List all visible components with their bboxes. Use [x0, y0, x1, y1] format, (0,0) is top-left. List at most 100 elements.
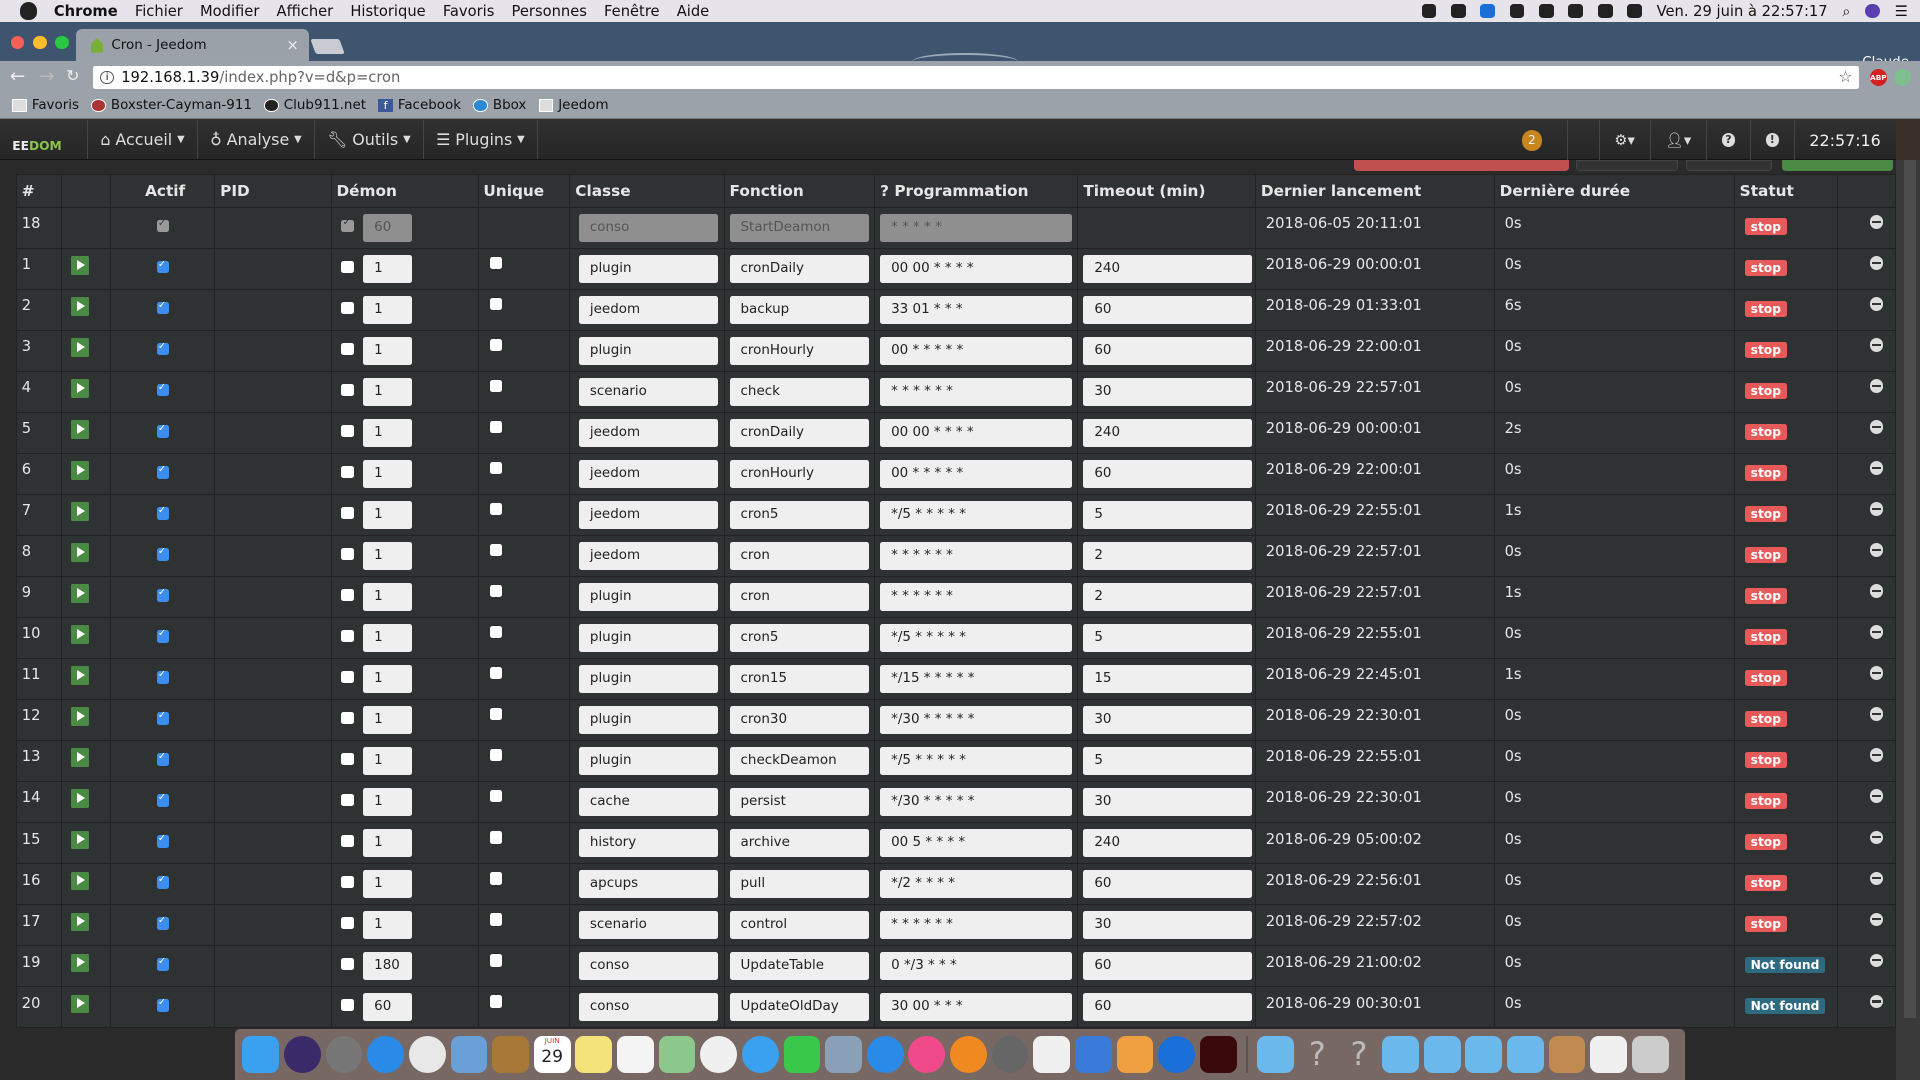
fonction-input[interactable]: StartDeamon: [729, 213, 870, 242]
programmation-input[interactable]: 00 00 * * * *: [880, 254, 1073, 284]
dock-facetime-icon[interactable]: [783, 1035, 821, 1073]
demon-sleep-input[interactable]: 1: [363, 870, 413, 899]
fonction-input[interactable]: cronHourly: [729, 459, 870, 489]
adblock-extension-icon[interactable]: ABP: [1869, 68, 1887, 86]
remove-cron-icon[interactable]: [1869, 420, 1884, 434]
volume-icon[interactable]: [1627, 3, 1642, 19]
actif-checkbox[interactable]: [156, 997, 169, 1012]
timeout-input[interactable]: 60: [1083, 993, 1253, 1022]
bookmark-jeedom[interactable]: Jeedom: [538, 98, 609, 113]
classe-input[interactable]: scenario: [578, 377, 719, 407]
classe-input[interactable]: plugin: [578, 665, 719, 694]
fonction-input[interactable]: cronDaily: [729, 418, 870, 448]
classe-input[interactable]: jeedom: [578, 500, 719, 530]
bookmark-facebook[interactable]: f Facebook: [378, 98, 461, 113]
programmation-input[interactable]: */2 * * * *: [880, 870, 1073, 899]
remove-cron-icon[interactable]: [1869, 830, 1884, 844]
dock-screenshot-icon[interactable]: [1590, 1035, 1628, 1073]
status-badge[interactable]: stop: [1744, 915, 1788, 933]
remove-cron-icon[interactable]: [1869, 912, 1884, 926]
status-badge[interactable]: Not found: [1744, 997, 1826, 1015]
classe-input[interactable]: history: [578, 829, 719, 858]
programmation-input[interactable]: 00 5 * * * *: [880, 829, 1073, 858]
classe-input[interactable]: scenario: [578, 911, 719, 940]
play-icon[interactable]: [70, 748, 90, 767]
timeout-input[interactable]: 30: [1083, 788, 1253, 817]
dock-unknown-icon[interactable]: ?: [1341, 1036, 1378, 1073]
play-icon[interactable]: [70, 379, 90, 398]
remove-cron-icon[interactable]: [1869, 707, 1884, 721]
play-icon[interactable]: [70, 256, 90, 275]
classe-input[interactable]: conso: [578, 993, 719, 1022]
remove-cron-icon[interactable]: [1869, 994, 1884, 1009]
remove-cron-icon[interactable]: [1869, 256, 1884, 270]
time-machine-icon[interactable]: [1509, 3, 1525, 19]
dock-numbers-icon[interactable]: [1033, 1035, 1071, 1073]
fonction-input[interactable]: backup: [729, 295, 870, 325]
menu-historique[interactable]: Historique: [350, 3, 425, 20]
classe-input[interactable]: plugin: [578, 254, 719, 284]
unique-checkbox[interactable]: [489, 954, 502, 967]
hidden-red-button[interactable]: [1354, 160, 1569, 172]
timeout-input[interactable]: 5: [1083, 747, 1253, 776]
alert-button[interactable]: !: [1749, 120, 1794, 161]
menu-modifier[interactable]: Modifier: [200, 3, 259, 20]
timeout-input[interactable]: 60: [1083, 870, 1253, 899]
dock-pages-icon[interactable]: [1116, 1035, 1154, 1073]
timeout-input[interactable]: 30: [1083, 911, 1253, 940]
help-icon[interactable]: ?: [880, 182, 889, 200]
demon-checkbox[interactable]: [341, 711, 354, 725]
timeout-input[interactable]: 240: [1083, 254, 1253, 284]
demon-sleep-input[interactable]: 1: [363, 336, 413, 366]
dock-ibooks-icon[interactable]: [950, 1035, 987, 1073]
actif-checkbox[interactable]: [156, 587, 169, 602]
classe-input[interactable]: conso: [578, 213, 719, 242]
actif-checkbox[interactable]: [156, 423, 169, 438]
menu-fenetre[interactable]: Fenêtre: [604, 3, 660, 20]
unique-checkbox[interactable]: [489, 626, 502, 639]
close-window-button[interactable]: [11, 35, 25, 49]
hidden-dark-button[interactable]: [1575, 160, 1678, 172]
actif-checkbox[interactable]: [156, 628, 169, 643]
dock-home-icon[interactable]: [1548, 1035, 1586, 1073]
dock-calendar-icon[interactable]: JUIN 29: [533, 1035, 571, 1073]
demon-sleep-input[interactable]: 60: [363, 993, 413, 1022]
dock-music-icon[interactable]: [1465, 1035, 1503, 1073]
dock-itunes-icon[interactable]: [908, 1035, 946, 1073]
play-icon[interactable]: [70, 789, 90, 808]
unique-checkbox[interactable]: [489, 708, 502, 721]
demon-checkbox[interactable]: [341, 588, 354, 602]
programmation-input[interactable]: 33 01 * * *: [880, 295, 1073, 325]
demon-sleep-input[interactable]: 60: [363, 213, 413, 242]
apple-icon[interactable]: [19, 2, 37, 20]
demon-checkbox[interactable]: [341, 834, 354, 848]
unique-checkbox[interactable]: [489, 298, 502, 311]
dock-system-preferences-icon[interactable]: [991, 1035, 1029, 1073]
status-badge[interactable]: stop: [1744, 218, 1788, 235]
status-badge[interactable]: stop: [1744, 423, 1788, 440]
play-icon[interactable]: [70, 707, 90, 726]
status-badge[interactable]: stop: [1744, 751, 1788, 769]
demon-checkbox[interactable]: [341, 342, 354, 355]
minimize-window-button[interactable]: [33, 35, 47, 49]
unique-checkbox[interactable]: [489, 831, 502, 844]
fonction-input[interactable]: cronDaily: [729, 254, 870, 284]
programmation-input[interactable]: 00 00 * * * *: [880, 418, 1073, 448]
dock-documents-icon[interactable]: [1382, 1035, 1419, 1073]
timeout-input[interactable]: 2: [1083, 582, 1253, 612]
actif-checkbox[interactable]: [156, 546, 169, 561]
demon-checkbox[interactable]: [341, 875, 354, 889]
unique-checkbox[interactable]: [489, 667, 502, 680]
timeout-input[interactable]: 60: [1083, 336, 1253, 366]
reload-icon[interactable]: ↻: [66, 66, 79, 85]
demon-sleep-input[interactable]: 1: [363, 418, 413, 448]
actif-checkbox[interactable]: [156, 218, 169, 233]
fonction-input[interactable]: cron5: [729, 500, 870, 530]
settings-menu-button[interactable]: ⚙▾: [1598, 120, 1650, 161]
remove-cron-icon[interactable]: [1869, 625, 1884, 639]
unique-checkbox[interactable]: [489, 462, 502, 475]
actif-checkbox[interactable]: [156, 259, 169, 274]
demon-sleep-input[interactable]: 1: [363, 788, 413, 817]
unique-checkbox[interactable]: [489, 380, 502, 393]
classe-input[interactable]: conso: [578, 952, 719, 981]
